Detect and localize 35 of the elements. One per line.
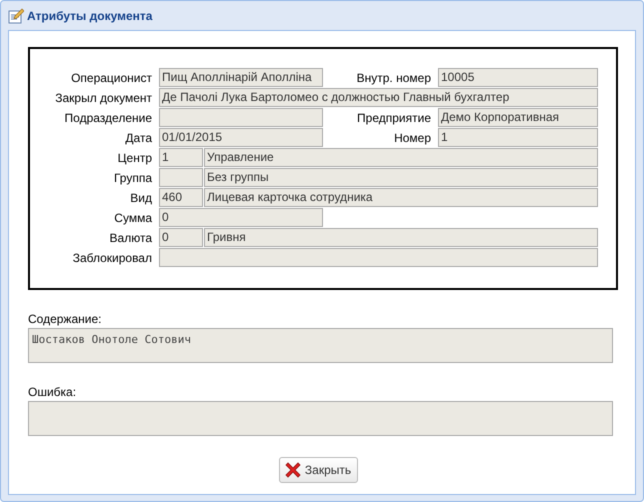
field-label: Центр	[116, 150, 153, 167]
content-label: Содержание:	[28, 312, 102, 326]
value-field: 0	[159, 208, 323, 227]
code-field	[159, 168, 203, 187]
value-field: Де Пачолі Лука Бартоломео с должностью Главный бухгалтер	[159, 88, 598, 107]
window-title: Атрибуты документа	[27, 8, 152, 22]
field-label: Подразделение	[64, 110, 153, 127]
field-label: Предприятие	[356, 110, 432, 127]
field-label: Заблокировал	[72, 250, 153, 267]
value-field: Гривня	[204, 228, 598, 247]
value-field: Без группы	[204, 168, 598, 187]
content-field: Шостаков Онотоле Сотович	[28, 328, 613, 363]
field-label: Операционист	[70, 70, 153, 87]
field-label: Вид	[129, 190, 153, 207]
value-field: Лицевая карточка сотрудника	[204, 188, 598, 207]
field-label: Валюта	[108, 230, 153, 247]
document-properties-icon	[8, 8, 24, 24]
close-button[interactable]: Закрыть	[278, 457, 358, 483]
value-field: Демо Корпоративная	[438, 108, 598, 127]
error-label: Ошибка:	[28, 385, 78, 399]
field-label: Номер	[393, 130, 432, 147]
field-label: Закрыл документ	[54, 90, 153, 107]
field-label: Внутр. номер	[356, 70, 432, 87]
value-field: 1	[438, 128, 598, 147]
code-field: 1	[159, 148, 203, 167]
value-field: 10005	[438, 68, 598, 87]
value-field: Пищ Аполлінарій Аполліна	[159, 68, 323, 87]
close-icon	[284, 461, 302, 479]
field-label: Сумма	[113, 210, 153, 227]
field-label: Дата	[124, 130, 153, 147]
code-field: 0	[159, 228, 203, 247]
value-field: 01/01/2015	[159, 128, 323, 147]
field-label: Группа	[112, 170, 153, 187]
value-field: Управление	[204, 148, 598, 167]
code-field: 460	[159, 188, 203, 207]
